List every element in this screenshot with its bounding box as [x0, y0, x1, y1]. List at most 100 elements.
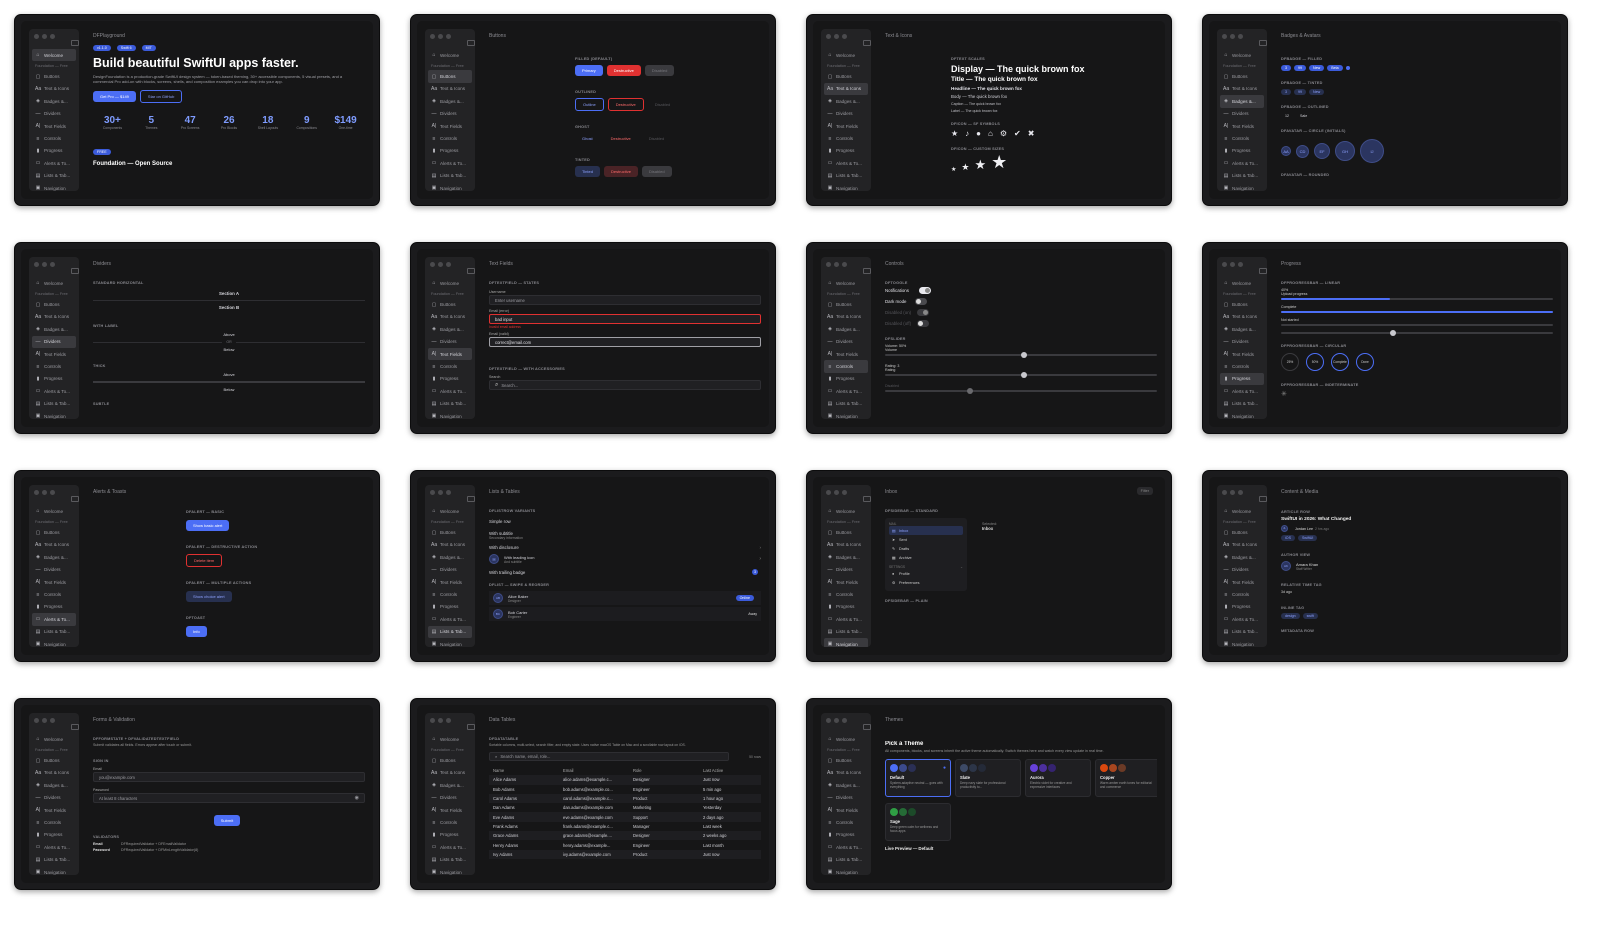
sidebar-item-8[interactable]: ▤ Lists & Tab... — [428, 170, 472, 182]
valid-email-field[interactable]: correct@email.com — [489, 337, 761, 347]
sidebar-item-0[interactable]: ▢ Buttons — [824, 298, 868, 310]
submit-button[interactable]: Submit — [213, 815, 241, 826]
show-basic-alert-button[interactable]: Show basic alert — [186, 520, 230, 531]
sidebar-item-3[interactable]: — Dividers — [32, 335, 76, 348]
sidebar-item-7[interactable]: ▭ Alerts & To... — [1220, 613, 1264, 625]
sidebar-item-3[interactable]: — Dividers — [824, 108, 868, 120]
sidebar-item-welcome[interactable]: ⌂ Welcome — [824, 277, 868, 289]
volume-slider[interactable] — [885, 352, 1157, 358]
sidebar-item-0[interactable]: ▢ Buttons — [824, 526, 868, 538]
sidebar-item-welcome[interactable]: ⌂ Welcome — [824, 733, 868, 745]
sidebar-item-6[interactable]: ▮ Progress — [824, 829, 868, 841]
sidebar-item-1[interactable]: Aa Text & Icons — [32, 311, 76, 323]
sidebar-demo-item-profile[interactable]: ● Profile — [889, 569, 963, 578]
sidebar-item-2[interactable]: ◈ Badges &... — [428, 95, 472, 107]
sidebar-item-welcome[interactable]: ⌂ Welcome — [824, 49, 868, 61]
sidebar-item-7[interactable]: ▭ Alerts & To... — [32, 385, 76, 397]
sidebar-item-4[interactable]: A| Text Fields — [428, 120, 472, 132]
sidebar-item-3[interactable]: — Dividers — [824, 336, 868, 348]
sidebar-item-2[interactable]: ◈ Badges &... — [824, 779, 868, 791]
sidebar-item-6[interactable]: ▮ Progress — [32, 145, 76, 157]
sidebar-item-6[interactable]: ▮ Progress — [824, 145, 868, 157]
sidebar-item-0[interactable]: ▢ Buttons — [32, 754, 76, 766]
window-controls[interactable] — [1222, 490, 1243, 495]
sidebar-item-0[interactable]: ▢ Buttons — [32, 298, 76, 310]
sidebar-item-7[interactable]: ▭ Alerts & To... — [32, 841, 76, 853]
window-controls[interactable] — [34, 718, 55, 723]
sidebar-item-8[interactable]: ▤ Lists & Tab... — [428, 854, 472, 866]
sidebar-item-1[interactable]: Aa Text & Icons — [428, 311, 472, 323]
sidebar-item-3[interactable]: — Dividers — [1220, 108, 1264, 120]
list-row[interactable]: With disclosure › — [489, 545, 761, 550]
sidebar-item-7[interactable]: ▭ Alerts & To... — [32, 613, 76, 626]
sidebar-item-8[interactable]: ▤ Lists & Tab... — [1220, 170, 1264, 182]
destructive-button[interactable]: Destructive — [606, 65, 641, 76]
window-controls[interactable] — [1222, 34, 1243, 39]
sidebar-item-5[interactable]: ≡ Controls — [32, 588, 76, 600]
sidebar-item-8[interactable]: ▤ Lists & Tab... — [32, 626, 76, 638]
sidebar-item-5[interactable]: ≡ Controls — [428, 132, 472, 144]
sidebar-item-8[interactable]: ▤ Lists & Tab... — [824, 170, 868, 182]
sidebar-item-5[interactable]: ≡ Controls — [428, 588, 472, 600]
sidebar-item-9[interactable]: ▣ Navigation — [1220, 410, 1264, 419]
sidebar-item-9[interactable]: ▣ Navigation — [428, 410, 472, 419]
sidebar-item-4[interactable]: A| Text Fields — [824, 576, 868, 588]
sidebar-toggle-icon[interactable] — [863, 724, 871, 730]
sidebar-item-5[interactable]: ≡ Controls — [1220, 132, 1264, 144]
sidebar-item-6[interactable]: ▮ Progress — [32, 373, 76, 385]
sidebar-toggle-icon[interactable] — [863, 496, 871, 502]
sidebar-item-9[interactable]: ▣ Navigation — [428, 866, 472, 875]
sidebar-toggle-icon[interactable] — [863, 268, 871, 274]
sidebar-toggle-icon[interactable] — [467, 496, 475, 502]
sidebar-item-4[interactable]: A| Text Fields — [32, 804, 76, 816]
window-controls[interactable] — [826, 718, 847, 723]
sidebar-item-welcome[interactable]: ⌂ Welcome — [32, 505, 76, 517]
sidebar-item-0[interactable]: ▢ Buttons — [428, 70, 472, 83]
sidebar-item-3[interactable]: — Dividers — [32, 792, 76, 804]
sidebar-item-2[interactable]: ◈ Badges &... — [428, 551, 472, 563]
rating-slider[interactable] — [885, 372, 1157, 378]
delete-item-button[interactable]: Delete item — [186, 554, 223, 567]
sidebar-item-3[interactable]: — Dividers — [1220, 336, 1264, 348]
sidebar-item-2[interactable]: ◈ Badges &... — [428, 323, 472, 335]
window-controls[interactable] — [826, 262, 847, 267]
sidebar-item-6[interactable]: ▮ Progress — [32, 829, 76, 841]
sidebar-item-4[interactable]: A| Text Fields — [824, 120, 868, 132]
sidebar-demo-item-preferences[interactable]: ⚙ Preferences — [889, 578, 963, 587]
toggle-switch[interactable] — [915, 298, 927, 305]
sidebar-item-1[interactable]: Aa Text & Icons — [428, 539, 472, 551]
window-controls[interactable] — [34, 262, 55, 267]
email-field[interactable]: you@example.com — [93, 772, 365, 782]
theme-card-slate[interactable]: Slate Deep navy slate for professional p… — [955, 759, 1021, 797]
table-search-input[interactable]: ⌕ Search name, email, role... — [489, 752, 729, 761]
sidebar-item-9[interactable]: ▣ Navigation — [824, 410, 868, 419]
table-row[interactable]: Carol Adams carol.adams@example.c... Produ… — [489, 793, 761, 804]
sidebar-item-9[interactable]: ▣ Navigation — [428, 182, 472, 191]
sidebar-item-8[interactable]: ▤ Lists & Tab... — [32, 398, 76, 410]
sidebar-item-7[interactable]: ▭ Alerts & To... — [824, 157, 868, 169]
ghost-button[interactable]: Ghost — [575, 133, 600, 144]
sidebar-item-8[interactable]: ▤ Lists & Tab... — [428, 625, 472, 638]
sidebar-item-3[interactable]: — Dividers — [428, 108, 472, 120]
sidebar-item-5[interactable]: ≡ Controls — [1220, 588, 1264, 600]
sidebar-item-2[interactable]: ◈ Badges &... — [1220, 551, 1264, 563]
table-row[interactable]: Frank Adams frank.adams@example.c... Manag… — [489, 822, 761, 831]
list-item[interactable]: AB Alice Baker Designer Online — [489, 591, 761, 605]
sidebar-item-8[interactable]: ▤ Lists & Tab... — [824, 854, 868, 866]
sidebar-item-5[interactable]: ≡ Controls — [824, 360, 868, 373]
sidebar-item-0[interactable]: ▢ Buttons — [32, 70, 76, 82]
sidebar-item-7[interactable]: ▭ Alerts & To... — [428, 385, 472, 397]
sidebar-item-8[interactable]: ▤ Lists & Tab... — [824, 398, 868, 410]
sidebar-item-2[interactable]: ◈ Badges &... — [32, 95, 76, 107]
sidebar-item-7[interactable]: ▭ Alerts & To... — [824, 613, 868, 625]
sidebar-item-3[interactable]: — Dividers — [824, 564, 868, 576]
sidebar-item-3[interactable]: — Dividers — [32, 108, 76, 120]
info-toast-button[interactable]: Info — [186, 626, 207, 637]
sidebar-demo-item-sent[interactable]: ➤ Sent — [889, 535, 963, 544]
sidebar-toggle-icon[interactable] — [71, 268, 79, 274]
window-controls[interactable] — [34, 34, 55, 39]
sidebar-item-4[interactable]: A| Text Fields — [428, 804, 472, 816]
list-row[interactable]: Simple row — [489, 519, 761, 528]
window-controls[interactable] — [34, 490, 55, 495]
sidebar-item-3[interactable]: — Dividers — [428, 564, 472, 576]
